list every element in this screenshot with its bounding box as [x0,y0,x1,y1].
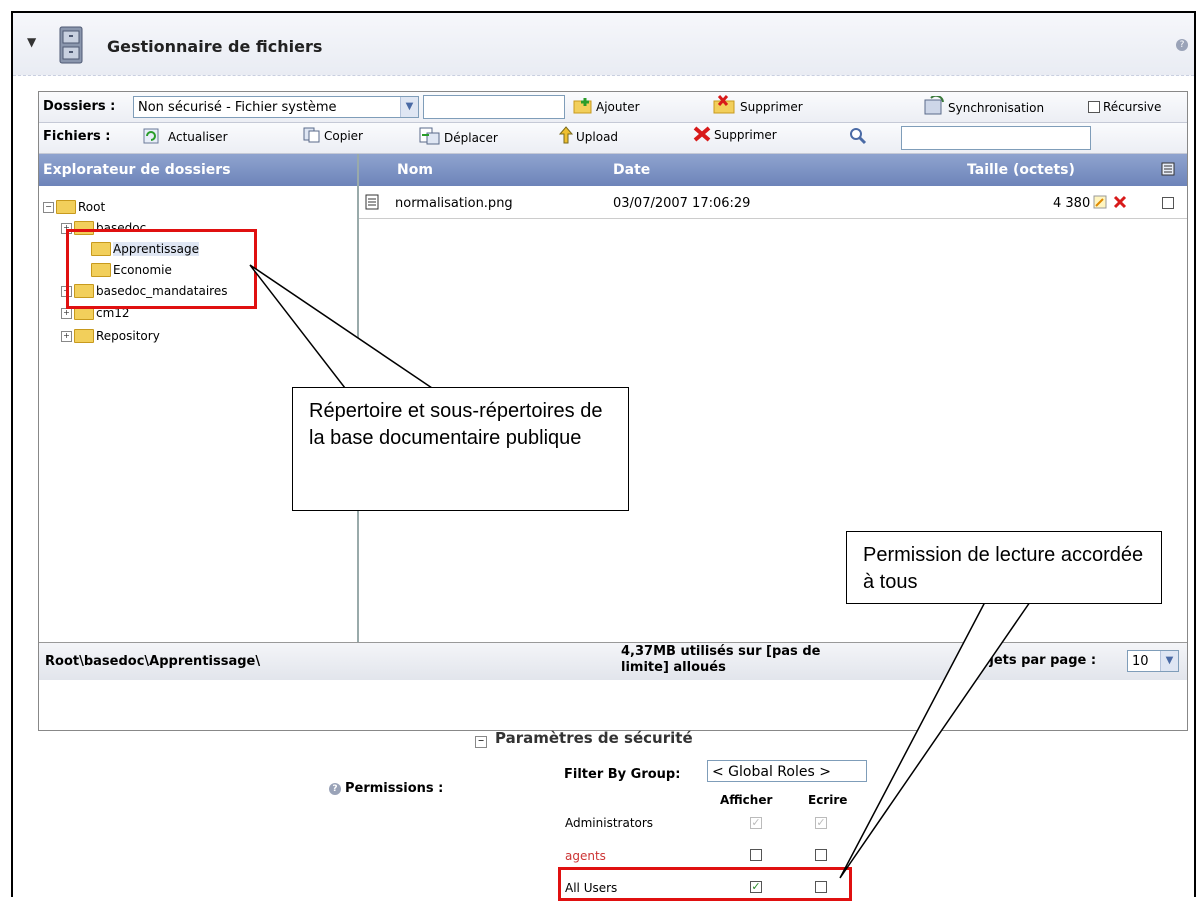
callout-folders: Répertoire et sous-répertoires de la bas… [292,387,629,511]
callout-permission: Permission de lecture accordée à tous [846,531,1162,604]
